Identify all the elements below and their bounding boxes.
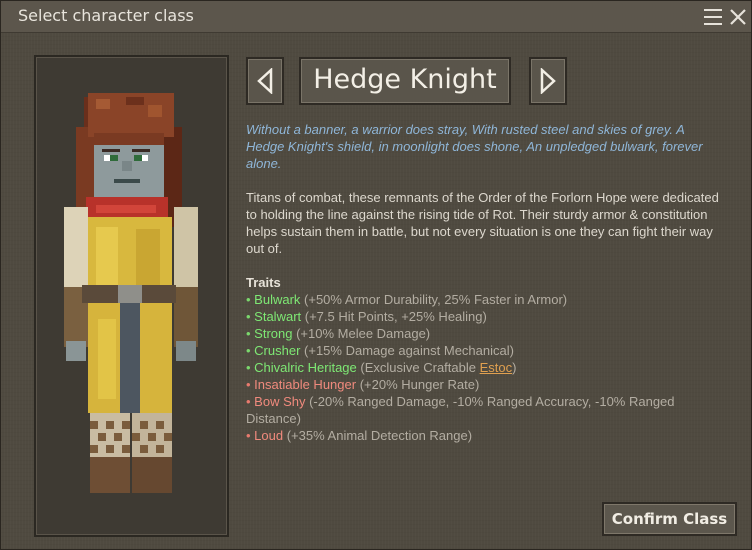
character-portrait-frame bbox=[34, 55, 229, 537]
trait-item: • Strong (+10% Melee Damage) bbox=[246, 325, 726, 342]
previous-class-button[interactable] bbox=[246, 57, 284, 105]
trait-bullet: • bbox=[246, 394, 255, 409]
trait-name[interactable]: Bulwark bbox=[254, 292, 300, 307]
trait-detail: (+10% Melee Damage) bbox=[292, 326, 431, 341]
trait-item: • Chivalric Heritage (Exclusive Craftabl… bbox=[246, 359, 726, 376]
trait-item: • Stalwart (+7.5 Hit Points, +25% Healin… bbox=[246, 308, 726, 325]
trait-item: • Insatiable Hunger (+20% Hunger Rate) bbox=[246, 376, 726, 393]
trait-name[interactable]: Strong bbox=[254, 326, 292, 341]
class-poem: Without a banner, a warrior does stray, … bbox=[246, 122, 703, 171]
trait-bullet: • bbox=[246, 343, 255, 358]
trait-bullet: • bbox=[246, 360, 255, 375]
trait-item-link[interactable]: Estoc bbox=[480, 360, 513, 375]
next-class-button[interactable] bbox=[529, 57, 567, 105]
trait-bullet: • bbox=[246, 326, 255, 341]
class-select-window: Select character class Hedge Knight With… bbox=[0, 0, 752, 550]
traits-list: • Bulwark (+50% Armor Durability, 25% Fa… bbox=[246, 291, 726, 444]
trait-name[interactable]: Crusher bbox=[254, 343, 300, 358]
hamburger-menu-icon[interactable] bbox=[704, 9, 722, 25]
confirm-class-button[interactable]: Confirm Class bbox=[602, 502, 737, 536]
trait-bullet: • bbox=[246, 428, 255, 443]
trait-detail: (Exclusive Craftable bbox=[356, 360, 480, 375]
trait-name[interactable]: Stalwart bbox=[254, 309, 301, 324]
trait-item: • Crusher (+15% Damage against Mechanica… bbox=[246, 342, 726, 359]
trait-detail: (+20% Hunger Rate) bbox=[356, 377, 480, 392]
trait-name[interactable]: Chivalric Heritage bbox=[254, 360, 357, 375]
chevron-right-icon bbox=[540, 68, 556, 94]
trait-item: • Loud (+35% Animal Detection Range) bbox=[246, 427, 726, 444]
trait-bullet: • bbox=[246, 377, 255, 392]
close-icon[interactable] bbox=[728, 7, 748, 27]
trait-item: • Bulwark (+50% Armor Durability, 25% Fa… bbox=[246, 291, 726, 308]
class-description: Without a banner, a warrior does stray, … bbox=[246, 121, 726, 444]
trait-name[interactable]: Bow Shy bbox=[254, 394, 305, 409]
trait-bullet: • bbox=[246, 292, 255, 307]
trait-detail: (-20% Ranged Damage, -10% Ranged Accurac… bbox=[246, 394, 675, 426]
traits-heading: Traits bbox=[246, 275, 281, 290]
trait-detail-end: ) bbox=[512, 360, 517, 375]
trait-detail: (+50% Armor Durability, 25% Faster in Ar… bbox=[300, 292, 568, 307]
character-portrait bbox=[64, 93, 198, 493]
trait-detail: (+15% Damage against Mechanical) bbox=[300, 343, 514, 358]
trait-name[interactable]: Loud bbox=[254, 428, 283, 443]
trait-detail: (+35% Animal Detection Range) bbox=[283, 428, 473, 443]
class-lore: Titans of combat, these remnants of the … bbox=[246, 190, 719, 256]
title-bar: Select character class bbox=[1, 1, 751, 33]
window-title: Select character class bbox=[18, 6, 194, 25]
class-name-display: Hedge Knight bbox=[299, 57, 511, 105]
chevron-left-icon bbox=[257, 68, 273, 94]
trait-detail: (+7.5 Hit Points, +25% Healing) bbox=[301, 309, 487, 324]
trait-name[interactable]: Insatiable Hunger bbox=[254, 377, 356, 392]
trait-item: • Bow Shy (-20% Ranged Damage, -10% Rang… bbox=[246, 393, 726, 427]
trait-bullet: • bbox=[246, 309, 255, 324]
